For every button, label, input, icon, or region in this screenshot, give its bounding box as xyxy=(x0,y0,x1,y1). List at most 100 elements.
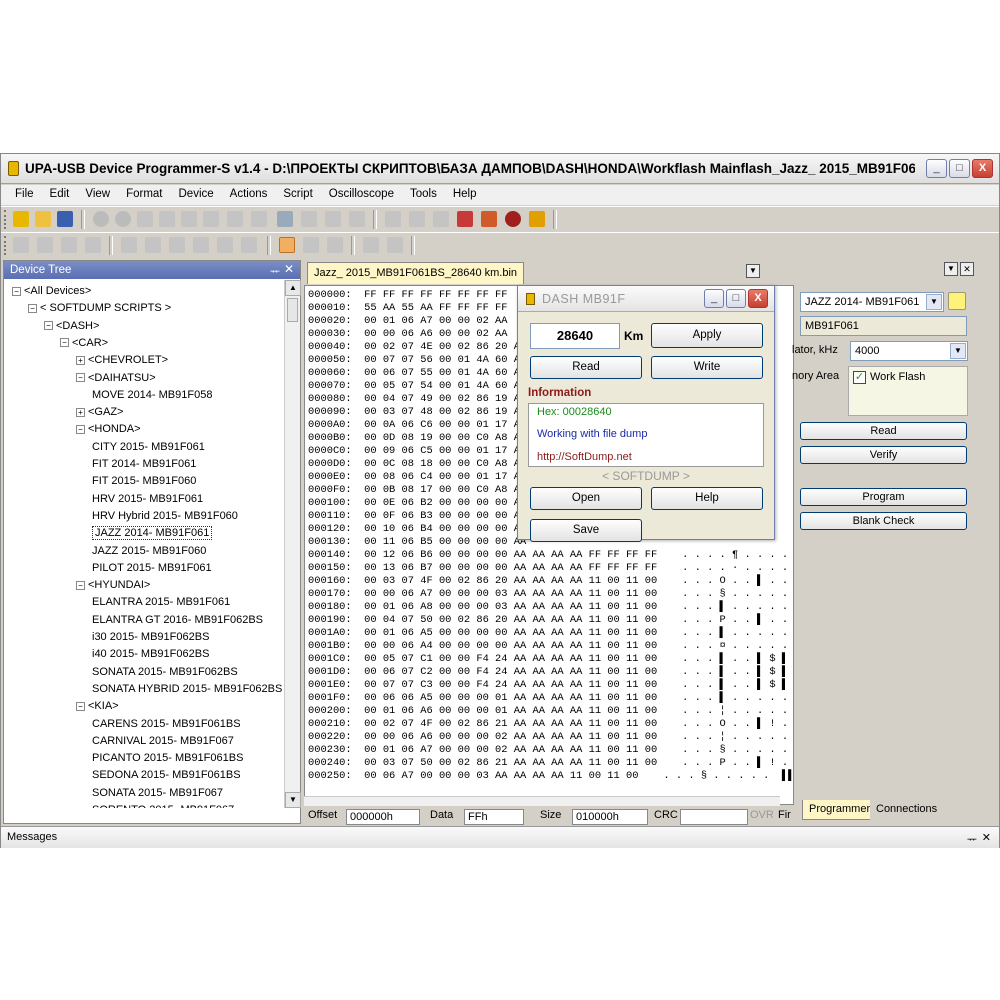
offset-field[interactable]: 000000h xyxy=(346,809,420,825)
tree-node[interactable]: CARNIVAL 2015- MB91F067 xyxy=(92,733,234,750)
tree-node[interactable]: + <GAZ> xyxy=(76,404,123,421)
hex-row[interactable]: 000170: 00 00 06 A7 00 00 00 03 AA AA AA… xyxy=(308,588,793,601)
bold-icon[interactable] xyxy=(121,237,137,253)
toolbar-grip[interactable] xyxy=(4,236,7,255)
panel-close-icon[interactable]: ✕ xyxy=(960,262,974,276)
compare-icon[interactable] xyxy=(349,211,365,227)
toolbar-grip[interactable] xyxy=(4,210,7,229)
align-right-icon[interactable] xyxy=(241,237,257,253)
tree-node[interactable]: HRV 2015- MB91F061 xyxy=(92,491,203,508)
read-button[interactable]: Read xyxy=(800,422,967,440)
tree-node[interactable]: FIT 2014- MB91F061 xyxy=(92,456,196,473)
hex-row[interactable]: 000190: 00 04 07 50 00 02 86 20 AA AA AA… xyxy=(308,614,793,627)
dialog-write-button[interactable]: Write xyxy=(651,356,763,379)
tree-node[interactable]: − <KIA> xyxy=(76,698,119,715)
tree-node[interactable]: PICANTO 2015- MB91F061BS xyxy=(92,750,243,767)
menu-script[interactable]: Script xyxy=(275,185,320,205)
tree-node[interactable]: HRV Hybrid 2015- MB91F060 xyxy=(92,508,238,525)
apply-button[interactable]: Apply xyxy=(651,323,763,348)
km-input[interactable]: 28640 xyxy=(530,323,620,349)
cut-icon[interactable] xyxy=(137,211,153,227)
scroll-down-icon[interactable]: ▼ xyxy=(285,792,301,808)
maximize-button[interactable]: □ xyxy=(949,159,970,178)
zoom-icon[interactable] xyxy=(303,237,319,253)
pin-icon[interactable]: ᅲ xyxy=(967,831,977,847)
open-folder-icon[interactable] xyxy=(35,211,51,227)
tree-node[interactable]: i30 2015- MB91F062BS xyxy=(92,629,209,646)
collapse-icon[interactable]: − xyxy=(12,286,21,296)
blank-check-button[interactable]: Blank Check xyxy=(800,512,967,530)
play-icon[interactable] xyxy=(363,237,379,253)
hex-row[interactable]: 0001F0: 00 06 06 A5 00 00 00 01 AA AA AA… xyxy=(308,692,793,705)
collapse-icon[interactable]: − xyxy=(76,424,85,434)
scope-icon[interactable] xyxy=(433,211,449,227)
open-button[interactable]: Open xyxy=(530,487,642,510)
chevron-down-icon[interactable]: ▼ xyxy=(950,343,966,359)
size-field[interactable]: 010000h xyxy=(572,809,648,825)
softdump-url-link[interactable]: http://SoftDump.net xyxy=(537,451,632,463)
underline-icon[interactable] xyxy=(169,237,185,253)
tree-node[interactable]: SONATA 2015- MB91F062BS xyxy=(92,664,238,681)
tree-node[interactable]: JAZZ 2014- MB91F061 xyxy=(92,525,213,542)
hex-row[interactable]: 000150: 00 13 06 B7 00 00 00 00 AA AA AA… xyxy=(308,562,793,575)
hex-row[interactable]: 0001D0: 00 06 07 C2 00 00 F4 24 AA AA AA… xyxy=(308,666,793,679)
hex-row[interactable]: 000160: 00 03 07 4F 00 02 86 20 AA AA AA… xyxy=(308,575,793,588)
save-button[interactable]: Save xyxy=(530,519,642,542)
align-left-icon[interactable] xyxy=(193,237,209,253)
expand-icon[interactable]: + xyxy=(76,355,85,365)
crc-field[interactable] xyxy=(680,809,748,825)
italic-icon[interactable] xyxy=(145,237,161,253)
tree-scrollbar[interactable]: ▲ ▼ xyxy=(284,280,301,808)
menu-tools[interactable]: Tools xyxy=(402,185,445,205)
work-flash-checkbox[interactable]: ✓ xyxy=(853,371,866,384)
save-icon[interactable] xyxy=(57,211,73,227)
device-icon[interactable] xyxy=(13,211,29,227)
hex-row[interactable]: 0001C0: 00 05 07 C1 00 00 F4 24 AA AA AA… xyxy=(308,653,793,666)
stop-icon[interactable] xyxy=(387,237,403,253)
close-button[interactable]: X xyxy=(972,159,993,178)
menu-device[interactable]: Device xyxy=(171,185,222,205)
replace-icon[interactable] xyxy=(251,211,267,227)
tree-node[interactable]: ELANTRA 2015- MB91F061 xyxy=(92,594,230,611)
panel-menu-icon[interactable]: ▼ xyxy=(944,262,958,276)
tab-connections[interactable]: Connections xyxy=(870,800,944,820)
hex-row[interactable]: 000140: 00 12 06 B6 00 00 00 00 AA AA AA… xyxy=(308,549,793,562)
hex-icon[interactable] xyxy=(301,211,317,227)
tree-node[interactable]: JAZZ 2015- MB91F060 xyxy=(92,543,206,560)
collapse-icon[interactable]: − xyxy=(28,303,37,313)
menu-oscilloscope[interactable]: Oscilloscope xyxy=(321,185,402,205)
menu-help[interactable]: Help xyxy=(445,185,485,205)
menu-view[interactable]: View xyxy=(77,185,118,205)
hex-row[interactable]: 000200: 00 01 06 A6 00 00 00 01 AA AA AA… xyxy=(308,705,793,718)
tree-node[interactable]: i40 2015- MB91F062BS xyxy=(92,646,209,663)
collapse-icon[interactable]: − xyxy=(60,338,69,348)
hex-row[interactable]: 000210: 00 02 07 4F 00 02 86 21 AA AA AA… xyxy=(308,718,793,731)
oscillator-select[interactable]: 4000 ▼ xyxy=(850,341,968,361)
hex-row[interactable]: 000250: 00 06 A7 00 00 00 03 AA AA AA AA… xyxy=(308,770,793,783)
tree-node[interactable]: + <CHEVROLET> xyxy=(76,352,168,369)
tree-node[interactable]: SONATA 2015- MB91F067 xyxy=(92,785,223,802)
menu-edit[interactable]: Edit xyxy=(42,185,78,205)
device-select[interactable]: JAZZ 2014- MB91F061 ▼ xyxy=(800,292,944,312)
hex-row[interactable]: 0001B0: 00 00 06 A4 00 00 00 00 AA AA AA… xyxy=(308,640,793,653)
file-tab[interactable]: Jazz_ 2015_MB91F061BS_28640 km.bin xyxy=(307,262,525,284)
device-info-icon[interactable] xyxy=(948,292,966,310)
collapse-icon[interactable]: − xyxy=(76,701,85,711)
select-arrow-icon[interactable] xyxy=(279,237,295,253)
close-icon[interactable]: ✕ xyxy=(982,831,991,844)
close-icon[interactable]: ✕ xyxy=(284,262,294,276)
title-bar[interactable]: UPA-USB Device Programmer-S v1.4 - D:\ПР… xyxy=(1,154,999,184)
minimize-button[interactable]: _ xyxy=(926,159,947,178)
dialog-maximize-button[interactable]: □ xyxy=(726,289,746,308)
pencil-icon[interactable] xyxy=(37,237,53,253)
collapse-icon[interactable]: − xyxy=(76,580,85,590)
find-icon[interactable] xyxy=(227,211,243,227)
verify-button[interactable]: Verify xyxy=(800,446,967,464)
hex-row[interactable]: 000230: 00 01 06 A7 00 00 00 02 AA AA AA… xyxy=(308,744,793,757)
tree-node[interactable]: MOVE 2014- MB91F058 xyxy=(92,387,212,404)
tab-programmer[interactable]: Programmer xyxy=(802,800,878,820)
help-button[interactable]: Help xyxy=(651,487,763,510)
edit-script-icon[interactable] xyxy=(481,211,497,227)
tree-node[interactable]: − <CAR> xyxy=(60,335,108,352)
hex-hscrollbar[interactable] xyxy=(304,796,780,806)
